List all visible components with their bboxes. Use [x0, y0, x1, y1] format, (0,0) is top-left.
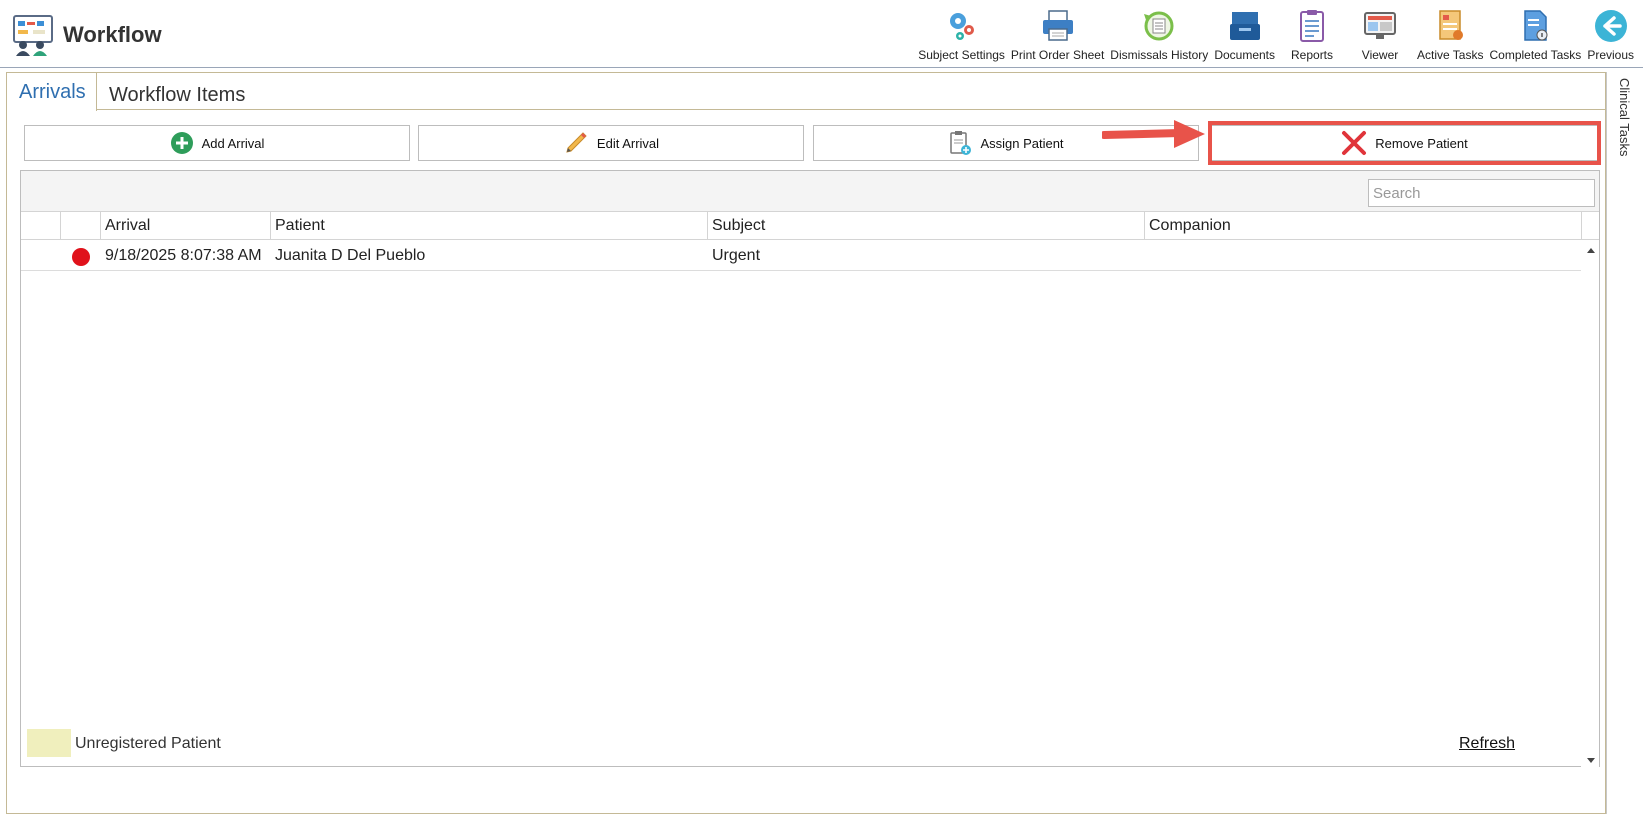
annotation-arrow-icon: [1102, 120, 1205, 148]
unregistered-patient-label: Unregistered Patient: [75, 735, 221, 752]
clipboard-icon: [1300, 10, 1325, 42]
completed-tasks-icon: [1524, 10, 1548, 41]
app-header: Workflow Subject Settings Print Order Sh…: [0, 0, 1643, 68]
tab-arrivals[interactable]: Arrivals: [7, 73, 97, 111]
active-tasks-icon: [1439, 10, 1464, 40]
grid-toolbar: [21, 171, 1599, 212]
viewer-label: Viewer: [1361, 48, 1399, 62]
print-order-sheet-button[interactable]: Print Order Sheet: [1008, 8, 1107, 64]
edit-arrival-button[interactable]: Edit Arrival: [418, 125, 804, 161]
patient-cell: Juanita D Del Pueblo: [275, 247, 426, 264]
column-header-select[interactable]: [21, 212, 61, 240]
subject-settings-button[interactable]: Subject Settings: [915, 8, 1008, 64]
tab-strip: Arrivals Workflow Items: [7, 73, 1605, 111]
edit-arrival-label: Edit Arrival: [596, 135, 660, 151]
status-dot-icon: [72, 248, 90, 266]
tab-workflow-items[interactable]: Workflow Items: [109, 73, 245, 110]
workflow-logo-icon: [13, 15, 53, 56]
column-header-status[interactable]: [61, 212, 101, 240]
printer-icon: [1042, 10, 1073, 41]
remove-patient-highlight: [1208, 121, 1601, 165]
active-tasks-button[interactable]: Active Tasks: [1414, 8, 1486, 64]
toolbar: Subject Settings Print Order Sheet Dismi…: [915, 8, 1637, 64]
history-icon: [1144, 11, 1174, 41]
completed-tasks-button[interactable]: Completed Tasks: [1486, 8, 1584, 64]
search-input[interactable]: [1368, 179, 1595, 207]
column-header-arrival[interactable]: Arrival: [101, 212, 271, 240]
add-arrival-button[interactable]: Add Arrival: [24, 125, 410, 161]
clinical-tasks-label: Clinical Tasks: [1617, 78, 1632, 157]
monitor-icon: [1364, 12, 1397, 39]
dismissals-history-button[interactable]: Dismissals History: [1107, 8, 1211, 64]
table-row[interactable]: 9/18/2025 8:07:38 AM Juanita D Del Puebl…: [21, 241, 1582, 271]
add-arrival-label: Add Arrival: [201, 135, 265, 151]
plus-circle-icon: [170, 132, 193, 154]
viewer-button[interactable]: Viewer: [1346, 8, 1414, 64]
assign-patient-label: Assign Patient: [980, 135, 1064, 151]
documents-label: Documents: [1214, 48, 1276, 62]
dismissals-history-label: Dismissals History: [1110, 48, 1209, 62]
reports-label: Reports: [1291, 48, 1334, 62]
active-tasks-label: Active Tasks: [1417, 48, 1484, 62]
pencil-icon: [566, 132, 587, 153]
document-tray-icon: [1229, 12, 1260, 40]
previous-label: Previous: [1587, 48, 1634, 62]
side-panel-divider: [1606, 72, 1607, 814]
unregistered-patient-swatch: [27, 729, 71, 757]
arrow-left-circle-icon: [1594, 10, 1627, 42]
assign-clipboard-icon: [950, 131, 972, 155]
companion-cell: [1145, 241, 1582, 271]
completed-tasks-label: Completed Tasks: [1489, 48, 1582, 62]
column-header-patient[interactable]: Patient: [271, 212, 708, 240]
clinical-tasks-panel-tab[interactable]: Clinical Tasks: [1610, 72, 1640, 192]
column-header-companion[interactable]: Companion: [1145, 212, 1582, 240]
previous-button[interactable]: Previous: [1584, 8, 1637, 64]
scroll-up-icon[interactable]: [1587, 248, 1595, 253]
main-content: Arrivals Workflow Items Add Arrival Edit…: [6, 72, 1606, 814]
reports-button[interactable]: Reports: [1278, 8, 1346, 64]
vertical-scrollbar[interactable]: [1581, 241, 1599, 767]
grid-header: Arrival Patient Subject Companion: [21, 212, 1599, 240]
print-order-sheet-label: Print Order Sheet: [1010, 48, 1105, 62]
scroll-down-icon[interactable]: [1587, 758, 1595, 763]
arrival-cell: 9/18/2025 8:07:38 AM: [105, 247, 262, 264]
column-header-subject[interactable]: Subject: [708, 212, 1145, 240]
documents-button[interactable]: Documents: [1211, 8, 1278, 64]
refresh-link[interactable]: Refresh: [1459, 735, 1515, 753]
app-title: Workflow: [63, 22, 162, 47]
subject-settings-label: Subject Settings: [918, 48, 1005, 62]
arrivals-grid: Arrival Patient Subject Companion 9/18/2…: [20, 170, 1600, 767]
subject-cell: Urgent: [712, 247, 761, 264]
gears-icon: [949, 13, 974, 40]
